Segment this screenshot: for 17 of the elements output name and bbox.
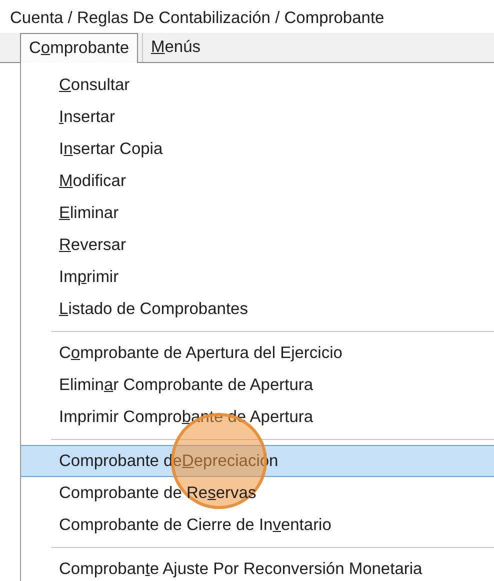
menu-tab[interactable]: Comprobante [20,33,138,63]
menu-item[interactable]: Comprobante de Cierre de Inventario [21,509,494,541]
menu-item[interactable]: Eliminar Comprobante de Apertura [21,369,494,401]
menu-item[interactable]: Comprobante de Reservas [21,477,494,509]
breadcrumb: Cuenta / Reglas De Contabilización / Comprobante [9,8,386,29]
menu-item[interactable]: Imprimir Comprobante de Apertura [21,401,494,433]
menu-item[interactable]: Consultar [21,69,494,101]
menu-item[interactable]: Modificar [21,165,494,197]
menu-item[interactable]: Reversar [21,229,494,261]
menu-item[interactable]: Comprobante de Apertura del Ejercicio [21,337,494,369]
menu-item[interactable]: Eliminar [21,197,494,229]
menu-item[interactable]: Listado de Comprobantes [21,293,494,325]
menu-tab[interactable]: Menús [142,33,209,62]
menu-item[interactable]: Comprobante Ajuste Por Reconversión Monetaria [21,553,494,581]
menu-item[interactable]: Insertar [21,101,494,133]
menu-item[interactable]: Imprimir [21,261,494,293]
menu-item[interactable]: Insertar Copia [21,133,494,165]
